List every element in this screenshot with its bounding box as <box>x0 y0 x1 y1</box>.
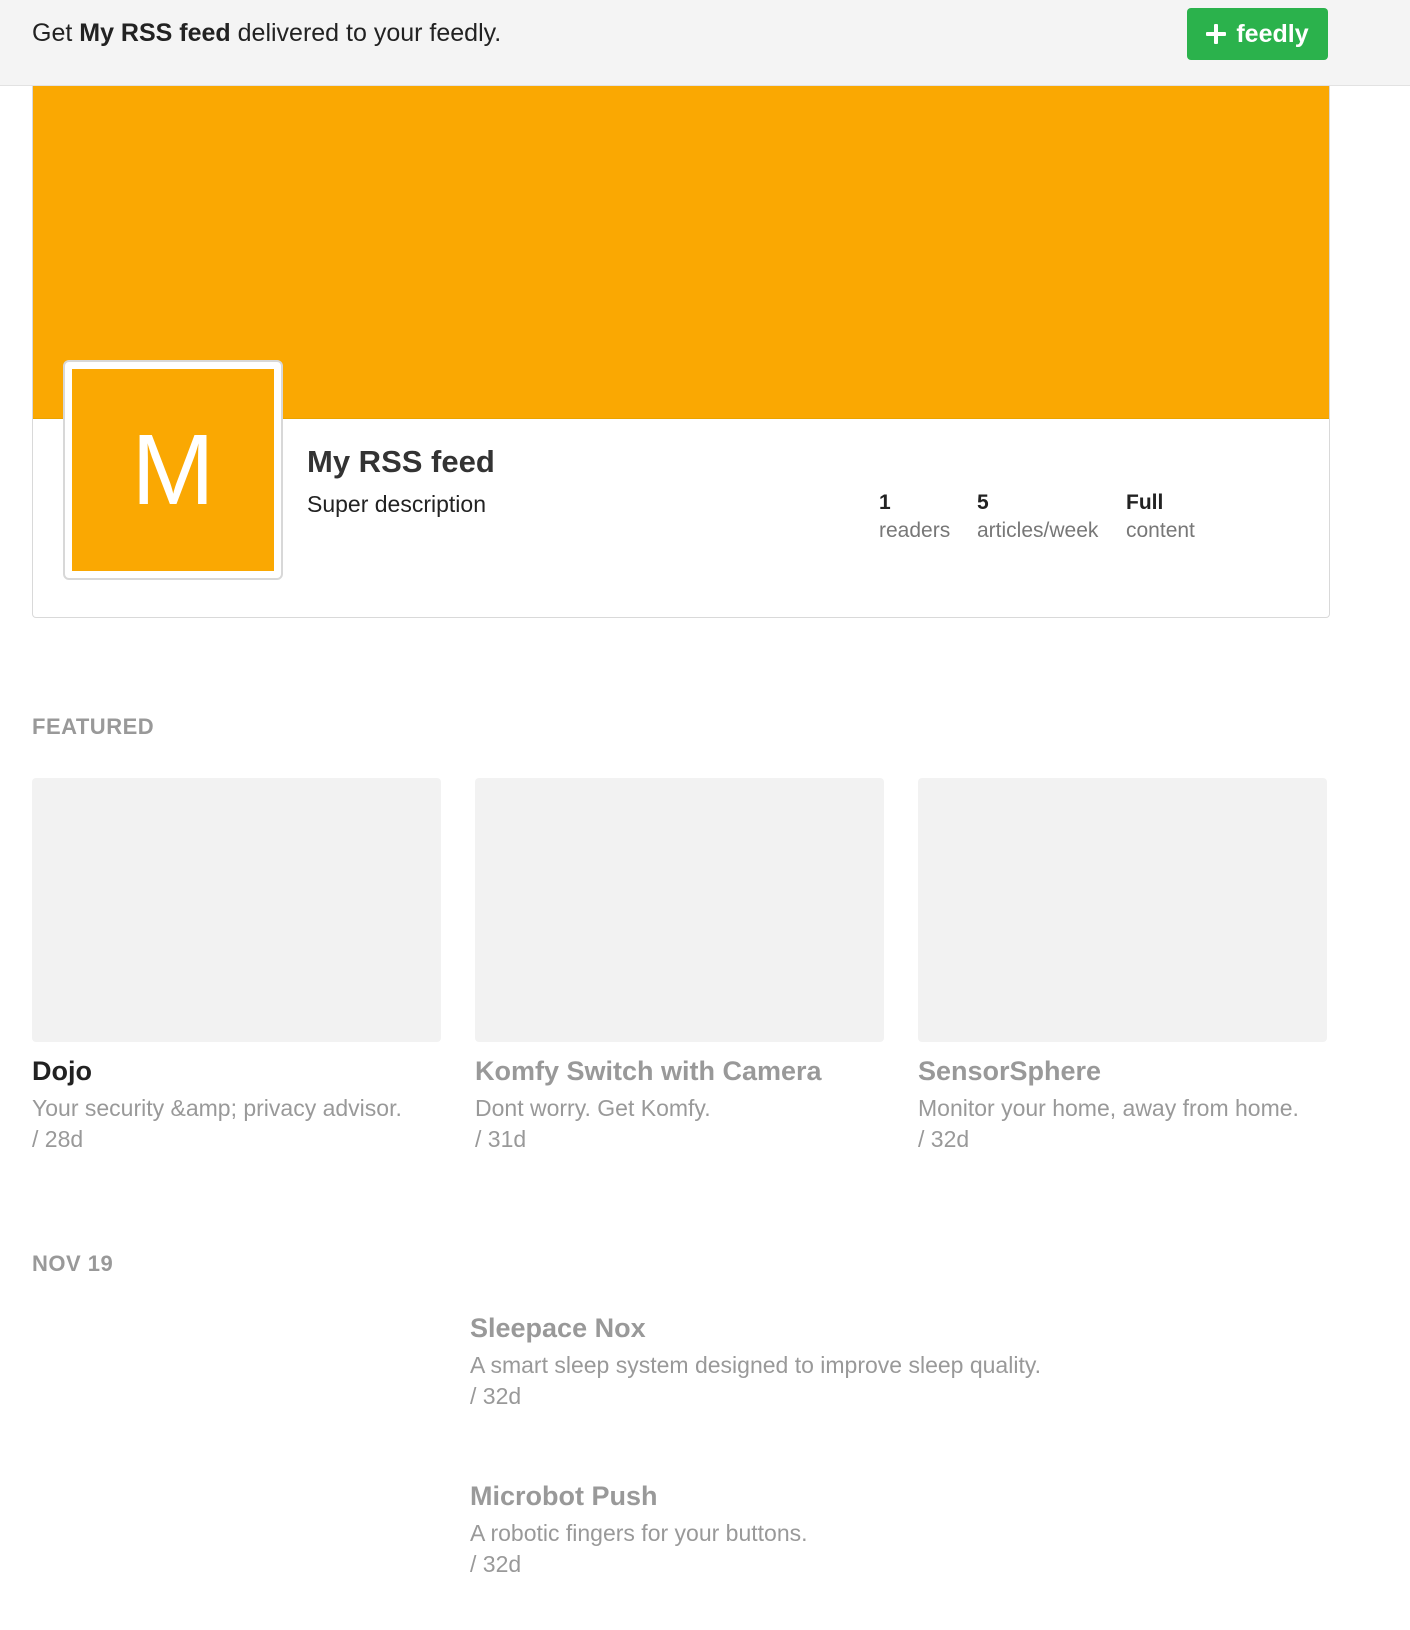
featured-thumbnail[interactable] <box>32 778 441 1042</box>
featured-summary: Your security &amp; privacy advisor. <box>32 1095 402 1121</box>
stat-articles-label: articles/week <box>977 519 1099 542</box>
banner-text: Get My RSS feed delivered to your feedly… <box>32 17 501 49</box>
entry-age: / 32d <box>470 1551 522 1577</box>
entry-title[interactable]: Microbot Push <box>470 1479 1270 1513</box>
banner-prefix: Get <box>32 19 80 47</box>
featured-title[interactable]: Komfy Switch with Camera <box>475 1054 884 1088</box>
stat-readers: 1 readers <box>879 489 950 545</box>
stat-content: Full content <box>1126 489 1195 545</box>
plus-icon <box>1206 24 1227 44</box>
featured-card-dojo[interactable]: Dojo Your security &amp; privacy advisor… <box>32 778 441 1155</box>
featured-thumbnail[interactable] <box>918 778 1327 1042</box>
featured-age: / 31d <box>475 1126 527 1152</box>
stat-articles-value: 5 <box>977 491 989 514</box>
stat-readers-label: readers <box>879 519 951 542</box>
date-heading: NOV 19 <box>32 1251 114 1276</box>
featured-card-komfy[interactable]: Komfy Switch with Camera Dont worry. Get… <box>475 778 884 1155</box>
stat-articles-per-week: 5 articles/week <box>977 489 1098 545</box>
featured-age: / 28d <box>32 1126 84 1152</box>
feed-avatar: M <box>72 369 274 571</box>
banner-suffix: delivered to your feedly. <box>230 19 502 47</box>
entry-summary: A robotic fingers for your buttons. <box>470 1520 808 1546</box>
featured-card-sensorsphere[interactable]: SensorSphere Monitor your home, away fro… <box>918 778 1327 1155</box>
feed-description: Super description <box>307 491 486 517</box>
stat-content-value: Full <box>1126 491 1164 514</box>
featured-summary: Monitor your home, away from home. <box>918 1095 1299 1121</box>
subscribe-banner: Get My RSS feed delivered to your feedly… <box>0 0 1410 86</box>
stat-readers-value: 1 <box>879 491 891 514</box>
feed-avatar-frame: M <box>63 360 283 580</box>
entry-summary: A smart sleep system designed to improve… <box>470 1352 1042 1378</box>
featured-heading: FEATURED <box>32 714 155 739</box>
feed-header-card: M My RSS feed Super description 1 reader… <box>32 86 1330 618</box>
featured-thumbnail[interactable] <box>475 778 884 1042</box>
entry-title[interactable]: Sleepace Nox <box>470 1311 1270 1345</box>
list-item[interactable]: Microbot Push A robotic fingers for your… <box>470 1479 1270 1580</box>
featured-age: / 32d <box>918 1126 970 1152</box>
follow-feedly-button[interactable]: feedly <box>1187 8 1328 60</box>
featured-title[interactable]: Dojo <box>32 1054 441 1088</box>
featured-summary: Dont worry. Get Komfy. <box>475 1095 711 1121</box>
list-item[interactable]: Sleepace Nox A smart sleep system design… <box>470 1311 1270 1412</box>
stat-content-label: content <box>1126 519 1195 542</box>
entry-age: / 32d <box>470 1383 522 1409</box>
follow-button-label: feedly <box>1236 19 1309 48</box>
feed-title: My RSS feed <box>307 444 495 479</box>
banner-feed-name: My RSS feed <box>79 19 231 47</box>
featured-title[interactable]: SensorSphere <box>918 1054 1327 1088</box>
